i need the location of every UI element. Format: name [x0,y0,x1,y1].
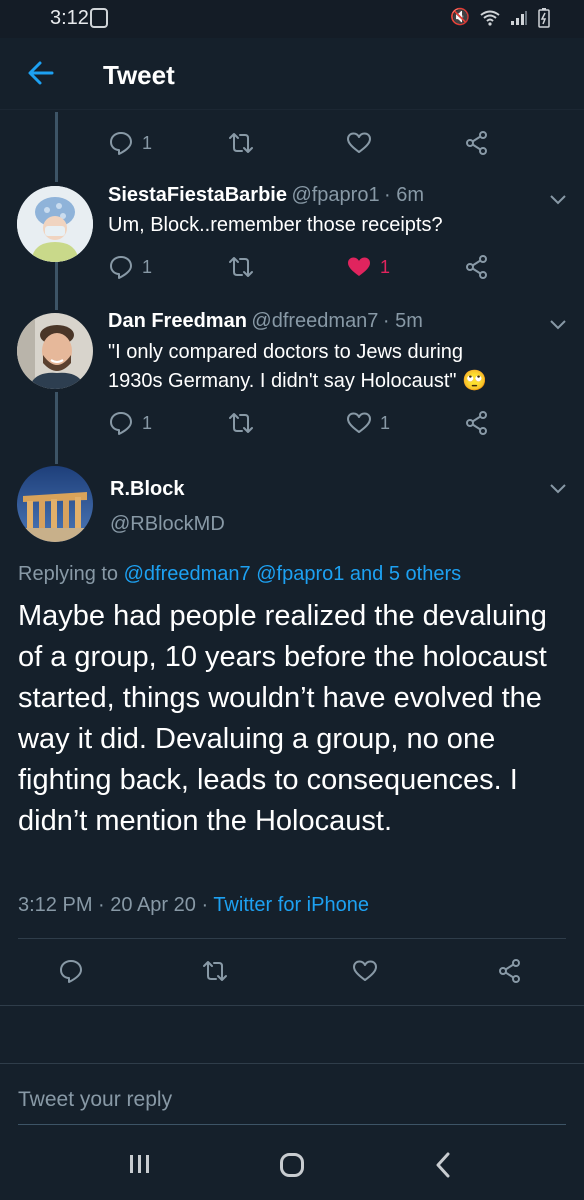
reply-count: 1 [142,412,153,433]
replying-to-label: Replying to [18,563,119,585]
tweet-text-line: 1930s Germany. I didn't say Holocaust" 🙄 [108,370,487,392]
main-tweet-actions [0,956,584,986]
heart-icon [353,960,377,981]
handle[interactable]: @RBlockMD [110,513,225,536]
main-tweet-text: Maybe had people realized the devaluing … [18,600,547,837]
thread-line [55,112,58,182]
avatar[interactable] [17,466,93,542]
chevron-down-icon[interactable] [550,320,566,330]
share-icon [466,411,487,435]
avatar-image [17,313,93,389]
chevron-down-icon[interactable] [550,484,566,494]
reply-button[interactable] [58,956,84,986]
share-icon [466,255,487,279]
share-button[interactable] [464,252,490,282]
avatar-image [17,466,93,542]
avatar-image [17,186,93,262]
handle[interactable]: @fpapro1 [291,184,379,206]
nav-back-icon[interactable] [434,1152,452,1178]
like-count: 1 [380,256,391,277]
reply-icon [110,132,132,155]
heart-icon [347,132,371,153]
like-button[interactable] [352,956,378,986]
status-time: 3:12 [50,7,89,29]
app-bar: Tweet [0,38,584,110]
replying-to: Replying to @dfreedman7 @fpapro1 and 5 o… [18,563,461,586]
like-button[interactable]: 1 [346,252,390,282]
thread-line [55,392,58,464]
recent-apps-icon[interactable] [128,1153,150,1175]
home-icon[interactable] [279,1152,305,1178]
reply-icon [60,960,82,983]
tweet-actions: 1 1 [108,252,508,282]
reply-button[interactable]: 1 [108,408,152,438]
display-name[interactable]: SiestaFiestaBarbie [108,184,287,206]
tweet-time: · 6m [384,184,425,206]
retweet-icon [229,133,253,153]
share-button[interactable] [464,128,490,158]
battery-icon [538,8,550,28]
reply-icon [110,256,132,279]
display-name[interactable]: Dan Freedman [108,310,247,332]
retweet-button[interactable] [202,956,228,986]
avatar[interactable] [17,313,93,389]
heart-filled-icon [348,257,370,276]
like-button[interactable] [346,128,372,158]
share-icon [499,959,520,983]
tweet-header: Dan Freedman @dfreedman7 · 5m [108,310,548,333]
system-icons: 🔇 [450,8,550,28]
share-button[interactable] [464,408,490,438]
like-count: 1 [380,412,391,433]
wifi-icon [480,10,500,26]
divider [0,1005,584,1006]
like-button[interactable]: 1 [346,408,390,438]
divider [18,938,566,939]
display-name[interactable]: R.Block [110,478,184,501]
share-button[interactable] [497,956,523,986]
chevron-down-icon[interactable] [550,195,566,205]
reply-icon [110,412,132,435]
back-arrow-icon[interactable] [26,58,56,88]
system-nav-bar [0,1129,584,1200]
reply-bar: Tweet your reply [0,1063,584,1129]
tweet-meta: 3:12 PM · 20 Apr 20 · Twitter for iPhone [18,894,369,917]
reply-input[interactable]: Tweet your reply [18,1088,172,1112]
mute-icon: 🔇 [450,9,470,26]
status-bar: 3:12 🔇 [0,0,584,38]
tweet-text-line: "I only compared doctors to Jews during [108,341,464,363]
reply-button[interactable]: 1 [108,128,152,158]
retweet-button[interactable] [228,252,254,282]
avatar[interactable] [17,186,93,262]
reply-count: 1 [142,132,153,153]
tweet-time: · 5m [382,310,423,332]
handle[interactable]: @dfreedman7 [251,310,378,332]
heart-icon [347,412,371,433]
tweet-header: SiestaFiestaBarbie @fpapro1 · 6m [108,184,548,207]
tweet-text: Um, Block..remember those receipts? [108,214,443,236]
reply-button[interactable]: 1 [108,252,152,282]
reply-count: 1 [142,256,153,277]
tweet-source[interactable]: Twitter for iPhone [213,894,369,916]
prev-tweet-actions: 1 [108,128,508,158]
reply-input-underline [18,1124,566,1125]
page-title: Tweet [103,60,175,90]
tweet-actions: 1 1 [108,408,508,438]
eye-roll-emoji: 🙄 [462,370,487,392]
retweet-icon [229,413,253,433]
replying-to-users[interactable]: @dfreedman7 @fpapro1 and 5 others [124,563,461,585]
tweet-timestamp: 3:12 PM · 20 Apr 20 · [18,894,209,916]
tweet-text: "I only compared doctors to Jews during … [108,338,568,396]
retweet-icon [203,961,227,981]
retweet-icon [229,257,253,277]
retweet-button[interactable] [228,128,254,158]
thread-line [55,262,58,310]
retweet-button[interactable] [228,408,254,438]
share-icon [466,131,487,155]
notification-icon [90,8,108,28]
signal-icon [511,11,527,25]
